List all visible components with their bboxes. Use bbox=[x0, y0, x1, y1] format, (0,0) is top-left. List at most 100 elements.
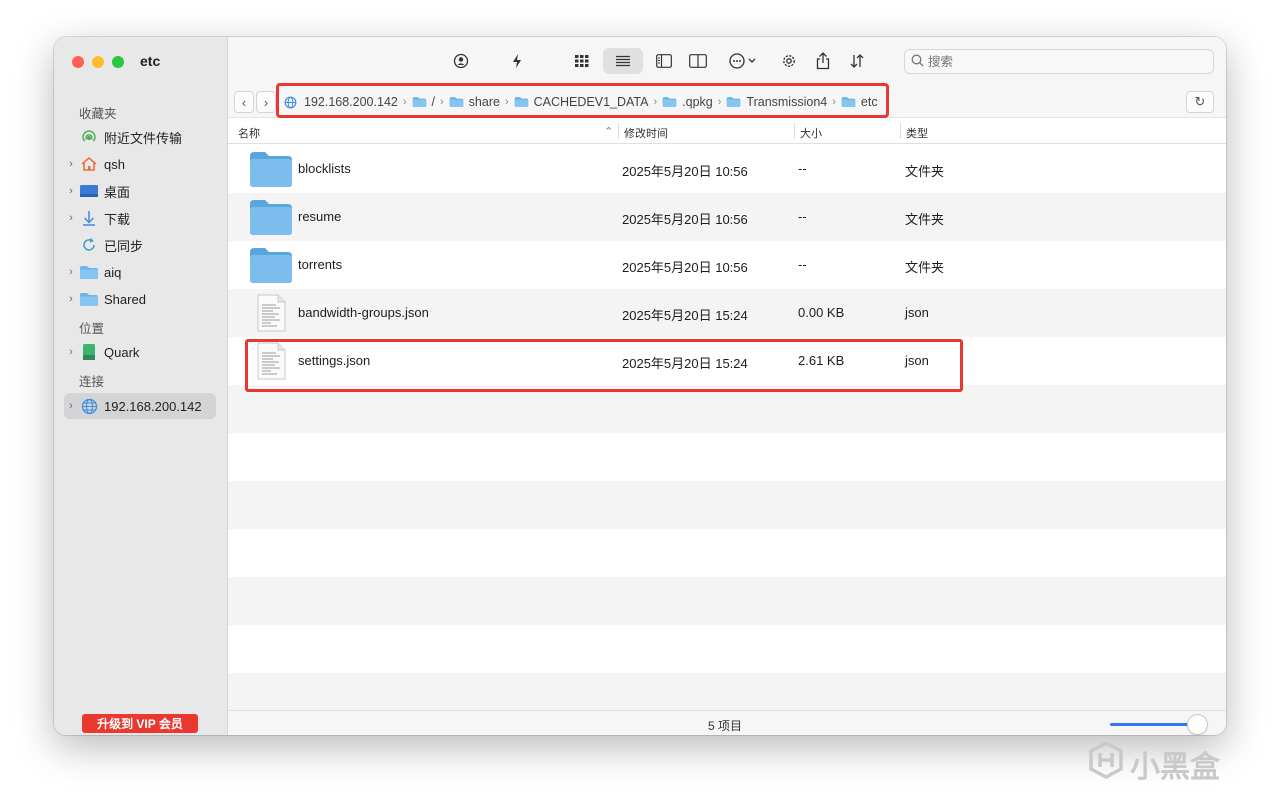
file-row[interactable]: resume 2025年5月20日 10:56 -- 文件夹 bbox=[228, 193, 1226, 241]
column-header: 名称 ⌃ 修改时间 大小 类型 bbox=[228, 119, 1226, 144]
sidebar-item-synced[interactable]: › 已同步 bbox=[64, 232, 216, 258]
file-name: resume bbox=[298, 209, 342, 224]
column-divider[interactable] bbox=[618, 123, 619, 139]
folder-icon bbox=[249, 246, 293, 284]
sidebar-section-connections: 连接 bbox=[79, 375, 105, 389]
breadcrumb-item-root[interactable]: / bbox=[412, 95, 435, 109]
sidebar-item-quark[interactable]: › Quark bbox=[64, 339, 216, 365]
refresh-icon: ↻ bbox=[1194, 94, 1206, 109]
network-icon bbox=[284, 96, 299, 109]
sidebar-item-home[interactable]: › qsh bbox=[64, 151, 216, 177]
file-modified: 2025年5月20日 15:24 bbox=[622, 356, 748, 371]
more-actions-icon[interactable] bbox=[725, 48, 763, 74]
back-button[interactable]: ‹ bbox=[234, 91, 254, 113]
icon-size-slider-track[interactable] bbox=[1110, 723, 1198, 726]
breadcrumb-item-share[interactable]: share bbox=[449, 95, 500, 109]
folder-icon bbox=[78, 290, 100, 308]
breadcrumb-item-etc[interactable]: etc bbox=[841, 95, 878, 109]
gallery-view-icon[interactable] bbox=[684, 48, 712, 74]
file-kind: 文件夹 bbox=[905, 212, 945, 227]
file-name: settings.json bbox=[298, 353, 371, 368]
column-name-header[interactable]: 名称 bbox=[238, 125, 260, 141]
column-size-header[interactable]: 大小 bbox=[800, 125, 822, 141]
list-view-icon[interactable] bbox=[603, 48, 643, 74]
watermark: 小黑盒 bbox=[1088, 741, 1220, 787]
breadcrumb-separator: › bbox=[440, 96, 444, 108]
column-divider[interactable] bbox=[900, 123, 901, 139]
sidebar-item-label: Shared bbox=[104, 291, 146, 307]
column-divider[interactable] bbox=[794, 123, 795, 139]
empty-row bbox=[228, 529, 1226, 577]
sidebar-section-locations: 位置 bbox=[79, 322, 105, 336]
column-kind-header[interactable]: 类型 bbox=[906, 125, 928, 141]
file-row[interactable]: blocklists 2025年5月20日 10:56 -- 文件夹 bbox=[228, 145, 1226, 193]
status-bar: 5 项目 bbox=[228, 710, 1226, 735]
sidebar-item-shared[interactable]: › Shared bbox=[64, 286, 216, 312]
desktop-icon bbox=[78, 182, 100, 200]
breadcrumb-item-server[interactable]: 192.168.200.142 bbox=[284, 95, 398, 109]
file-name: torrents bbox=[298, 257, 343, 272]
folder-icon bbox=[514, 96, 529, 108]
account-icon[interactable] bbox=[448, 48, 474, 74]
gear-icon[interactable] bbox=[776, 48, 802, 74]
breadcrumb: 192.168.200.142 › / › share › CACHEDEV1_… bbox=[284, 92, 878, 112]
folder-icon bbox=[412, 96, 427, 108]
file-size: -- bbox=[798, 161, 807, 176]
file-size: 2.61 KB bbox=[798, 353, 845, 368]
watermark-text: 小黑盒 bbox=[1130, 751, 1220, 784]
sidebar-item-label: Quark bbox=[104, 344, 140, 360]
file-row[interactable]: settings.json 2025年5月20日 15:24 2.61 KB j… bbox=[228, 337, 1226, 385]
folder-icon bbox=[449, 96, 464, 108]
sort-icon[interactable] bbox=[844, 48, 870, 74]
share-icon[interactable] bbox=[810, 48, 836, 74]
icon-view-icon[interactable] bbox=[568, 48, 596, 74]
chevron-right-icon[interactable]: › bbox=[64, 185, 78, 197]
breadcrumb-item-transmission[interactable]: Transmission4 bbox=[726, 95, 827, 109]
sidebar-item-network-server[interactable]: › 192.168.200.142 bbox=[64, 393, 216, 419]
column-view-icon[interactable] bbox=[650, 48, 678, 74]
forward-button[interactable]: › bbox=[256, 91, 276, 113]
chevron-right-icon[interactable]: › bbox=[64, 346, 78, 358]
breadcrumb-separator: › bbox=[832, 96, 836, 108]
file-modified: 2025年5月20日 15:24 bbox=[622, 308, 748, 323]
chevron-right-icon[interactable]: › bbox=[64, 212, 78, 224]
json-file-icon bbox=[249, 342, 293, 380]
file-row[interactable]: torrents 2025年5月20日 10:56 -- 文件夹 bbox=[228, 241, 1226, 289]
sidebar: etc 收藏夹 › 附近文件传输 › qsh › 桌面 › bbox=[54, 37, 228, 735]
watermark-logo-icon bbox=[1088, 741, 1124, 787]
drive-icon bbox=[78, 343, 100, 361]
main-pane: ‹ › 192.168.200.142 › / › share bbox=[228, 37, 1226, 735]
breadcrumb-item-qpkg[interactable]: .qpkg bbox=[662, 95, 713, 109]
chevron-right-icon[interactable]: › bbox=[64, 400, 78, 412]
folder-icon bbox=[249, 150, 293, 188]
sidebar-section-favorites: 收藏夹 bbox=[79, 107, 117, 121]
breadcrumb-separator: › bbox=[402, 96, 407, 108]
upgrade-vip-button[interactable]: 升级到 VIP 会员 bbox=[82, 714, 198, 733]
sidebar-item-airdrop[interactable]: › 附近文件传输 bbox=[64, 124, 216, 150]
breadcrumb-item-cachedev[interactable]: CACHEDEV1_DATA bbox=[514, 95, 648, 109]
chevron-right-icon[interactable]: › bbox=[64, 158, 78, 170]
sidebar-item-desktop[interactable]: › 桌面 bbox=[64, 178, 216, 204]
lightning-icon[interactable] bbox=[504, 48, 530, 74]
file-kind: json bbox=[905, 353, 929, 368]
minimize-window-button[interactable] bbox=[92, 56, 104, 68]
chevron-right-icon[interactable]: › bbox=[64, 293, 78, 305]
zoom-window-button[interactable] bbox=[112, 56, 124, 68]
folder-icon bbox=[249, 198, 293, 236]
empty-row bbox=[228, 625, 1226, 673]
sidebar-item-label: qsh bbox=[104, 156, 125, 172]
chevron-right-icon[interactable]: › bbox=[64, 266, 78, 278]
column-modified-header[interactable]: 修改时间 bbox=[624, 125, 668, 141]
refresh-button[interactable]: ↻ bbox=[1186, 91, 1214, 113]
sidebar-item-downloads[interactable]: › 下载 bbox=[64, 205, 216, 231]
sidebar-item-aiq[interactable]: › aiq bbox=[64, 259, 216, 285]
file-modified: 2025年5月20日 10:56 bbox=[622, 212, 748, 227]
search-field[interactable] bbox=[904, 49, 1214, 74]
window-title: etc bbox=[140, 53, 161, 69]
home-icon bbox=[78, 155, 100, 173]
network-icon bbox=[78, 397, 100, 415]
icon-size-slider-knob[interactable] bbox=[1188, 715, 1207, 734]
close-window-button[interactable] bbox=[72, 56, 84, 68]
search-input[interactable] bbox=[928, 54, 1188, 69]
file-row[interactable]: bandwidth-groups.json 2025年5月20日 15:24 0… bbox=[228, 289, 1226, 337]
